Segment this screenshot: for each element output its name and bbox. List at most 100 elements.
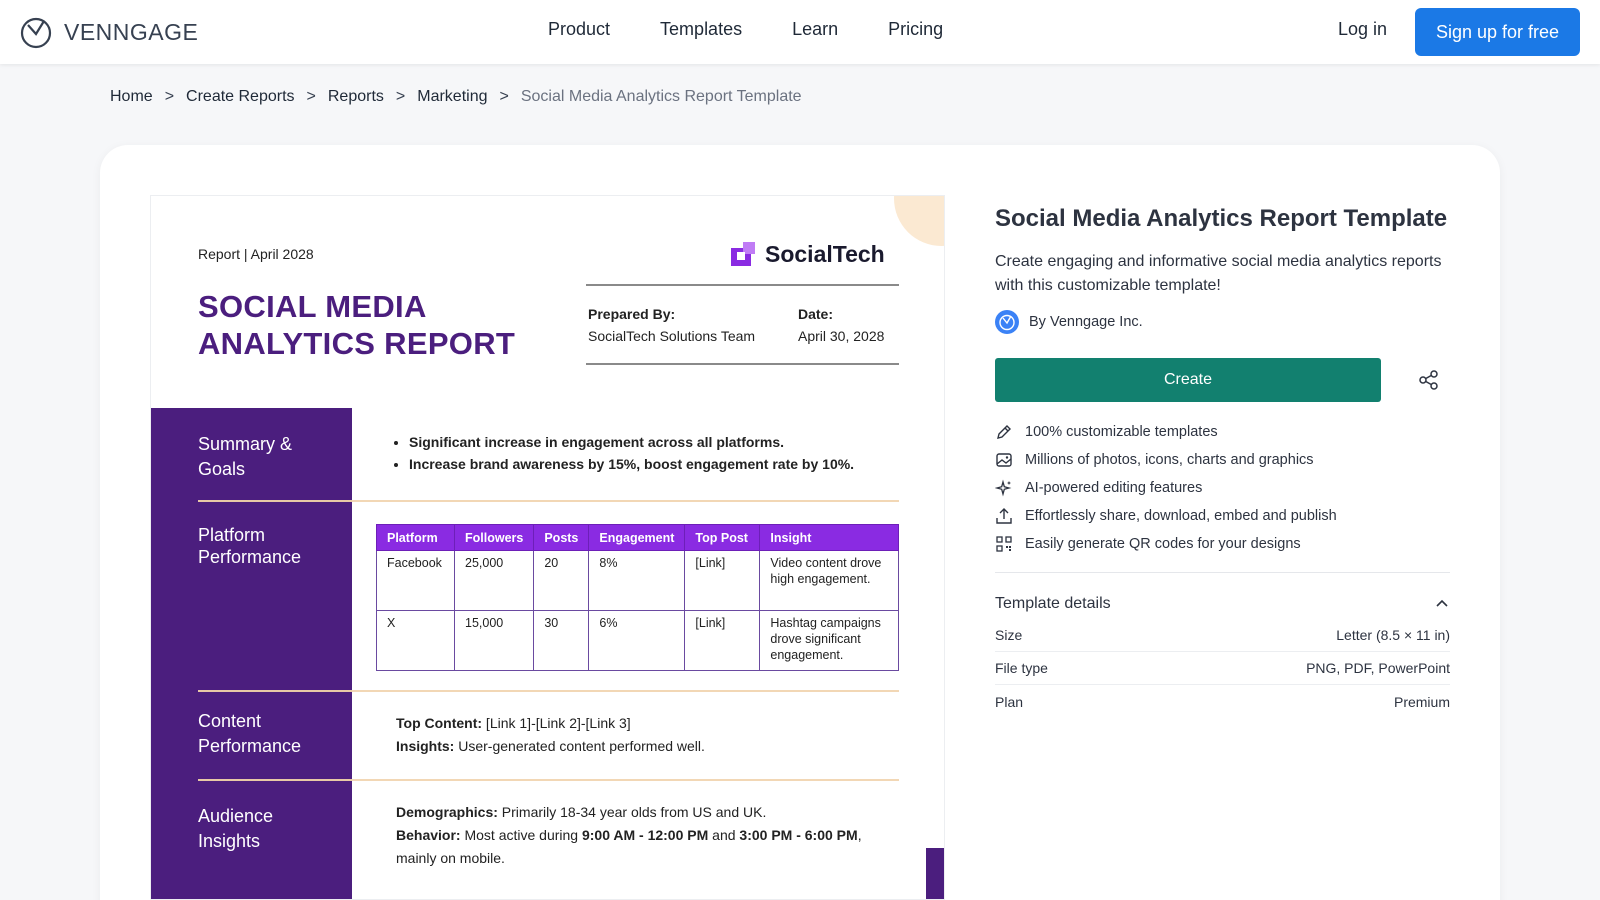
table-cell: 30 [533,610,590,671]
section-audience-l2: Insights [198,831,261,851]
report-title: SOCIAL MEDIA ANALYTICS REPORT [198,288,515,362]
socialtech-brand: SocialTech [729,240,885,268]
author-name: By Venngage Inc. [1029,314,1143,330]
table-cell: 20 [533,550,590,611]
table-cell: X [376,610,455,671]
author: By Venngage Inc. [995,310,1450,334]
detail-label: Size [995,627,1023,643]
table-row: X 15,000 30 6% [Link] Hashtag campaigns … [376,610,899,671]
pencil-icon [997,425,1011,439]
table-cell: 8% [588,550,686,611]
divider [352,500,899,502]
table-cell: 15,000 [453,610,535,671]
table-header-row: Platform Followers Posts Engagement Top … [376,524,899,551]
section-audience: Audience Insights [198,804,273,854]
breadcrumb-reports[interactable]: Reports [328,88,384,106]
section-content-l2: Performance [198,736,302,756]
accent-bar [926,848,944,899]
platform-table: Platform Followers Posts Engagement Top … [376,524,899,671]
table-cell: 25,000 [453,550,535,611]
column-header: Platform [376,524,455,551]
venngage-logo[interactable]: VENNGAGE [20,15,198,49]
top-navigation-bar: VENNGAGE Product Templates Learn Pricing… [0,0,1600,64]
breadcrumb: Home > Create Reports > Reports > Market… [110,88,802,106]
list-item: Significant increase in engagement acros… [409,434,854,450]
section-audience-l1: Audience [198,806,274,826]
divider [198,779,352,781]
section-platform-l2: Performance [198,547,302,567]
behavior-time2: 3:00 PM - 6:00 PM [739,827,858,843]
behavior-label: Behavior: [396,827,461,843]
feature-list: 100% customizable templates Millions of … [995,418,1450,558]
table-row: Facebook 25,000 20 8% [Link] Video conte… [376,550,899,611]
detail-label: File type [995,660,1048,676]
table-cell: [Link] [684,550,761,611]
date-label: Date: [798,306,834,322]
breadcrumb-current: Social Media Analytics Report Template [520,88,802,105]
divider [352,690,899,692]
nav-pricing[interactable]: Pricing [888,19,943,40]
nav-learn[interactable]: Learn [792,19,838,40]
detail-value: Letter (8.5 × 11 in) [1336,627,1450,643]
divider [198,500,352,502]
socialtech-logo-icon [731,242,755,266]
detail-label: Plan [995,693,1024,710]
share-button[interactable] [1414,365,1444,395]
detail-row-size: Size Letter (8.5 × 11 in) [995,619,1450,652]
column-header: Top Post [684,524,761,551]
column-header: Engagement [588,524,686,551]
detail-value: PNG, PDF, PowerPoint [1306,660,1450,676]
breadcrumb-separator: > [395,88,406,105]
venngage-avatar-icon [999,314,1015,331]
prepared-by-label: Prepared By: [588,306,676,322]
table-cell: Facebook [376,550,455,611]
behavior-and: and [708,827,740,843]
chevron-up-icon [1436,599,1448,607]
summary-bullets: Significant increase in engagement acros… [409,434,854,478]
section-platform: Platform Performance [198,524,301,568]
upload-icon [996,508,1012,524]
section-summary: Summary & Goals [198,432,292,482]
nav-product[interactable]: Product [548,19,610,40]
breadcrumb-create-reports[interactable]: Create Reports [186,88,295,106]
feature-item: Effortlessly share, download, embed and … [995,502,1450,530]
brand-name: VENNGAGE [64,18,199,45]
column-header: Insight [759,524,899,551]
breadcrumb-marketing[interactable]: Marketing [417,88,487,106]
feature-text: Effortlessly share, download, embed and … [1025,508,1337,524]
venngage-logo-icon [20,17,52,49]
divider [198,690,352,692]
feature-item: Easily generate QR codes for your design… [995,530,1450,558]
create-button[interactable]: Create [995,358,1381,402]
breadcrumb-home[interactable]: Home [110,88,153,106]
socialtech-name: SocialTech [765,240,885,267]
feature-text: Millions of photos, icons, charts and gr… [1025,452,1314,468]
image-icon [996,453,1012,467]
decorative-circle [894,196,944,246]
login-link[interactable]: Log in [1338,19,1387,40]
audience-insights-text: Demographics: Primarily 18-34 year olds … [396,801,876,870]
template-preview[interactable]: Report | April 2028 SocialTech SOCIAL ME… [150,195,945,900]
nav-templates[interactable]: Templates [660,19,742,40]
template-details-toggle[interactable]: Template details [995,595,1450,613]
behavior-time1: 9:00 AM - 12:00 PM [581,827,709,843]
report-title-line1: SOCIAL MEDIA [198,289,427,324]
content-performance-text: Top Content: [Link 1]-[Link 2]-[Link 3] … [396,712,705,758]
section-content: Content Performance [198,709,301,759]
column-header: Followers [453,524,535,551]
template-title: Social Media Analytics Report Template [995,205,1448,232]
feature-item: 100% customizable templates [995,418,1450,446]
column-header: Posts [533,524,590,551]
report-title-line2: ANALYTICS REPORT [198,326,516,361]
feature-item: Millions of photos, icons, charts and gr… [995,446,1450,474]
signup-button[interactable]: Sign up for free [1415,8,1580,56]
share-icon [1419,370,1438,390]
report-date-line: Report | April 2028 [198,246,314,262]
demographics-label: Demographics: [396,804,498,820]
section-content-l1: Content [198,711,262,731]
section-summary-l1: Summary & [198,434,293,454]
feature-text: AI-powered editing features [1025,480,1203,496]
detail-value: Premium [1393,693,1450,710]
main-nav: Product Templates Learn Pricing [548,19,943,40]
breadcrumb-separator: > [499,88,509,105]
